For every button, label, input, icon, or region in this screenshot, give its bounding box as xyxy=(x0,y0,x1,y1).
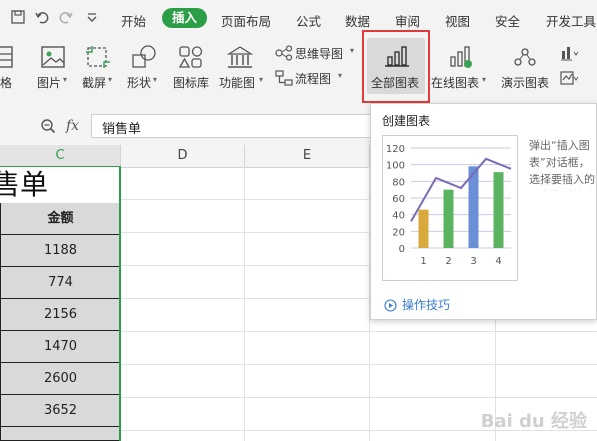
highlight-box xyxy=(362,30,430,103)
table-row[interactable]: 2600 xyxy=(0,363,121,395)
flowchart-icon xyxy=(275,70,293,90)
tab-home[interactable]: 开始 xyxy=(121,11,146,30)
y-tick-label: 40 xyxy=(392,211,405,222)
function-chart-button[interactable]: 功能图 xyxy=(219,74,255,91)
chart-bar xyxy=(493,172,504,248)
fx-label[interactable]: fx xyxy=(66,118,79,134)
table-button[interactable]: 表格 xyxy=(0,74,12,91)
mindmap-button[interactable]: 思维导图 xyxy=(295,45,343,62)
table-row[interactable] xyxy=(0,427,121,441)
chevron-down-icon: ▾ xyxy=(108,75,113,84)
demo-chart-icon xyxy=(511,44,539,74)
y-tick-label: 120 xyxy=(386,144,405,155)
tab-formulas[interactable]: 公式 xyxy=(296,11,321,30)
play-circle-icon xyxy=(384,297,397,316)
tooltip-description: 弹出“插入图表”对话框，选择要插入的图表类型等选项。 xyxy=(529,139,595,191)
y-tick-label: 60 xyxy=(392,194,405,205)
tab-data[interactable]: 数据 xyxy=(345,11,370,30)
tab-developer[interactable]: 开发工具 xyxy=(546,11,596,30)
screenshot-button[interactable]: 截屏 xyxy=(82,74,106,91)
table-row[interactable]: 1470 xyxy=(0,331,121,363)
y-tick-label: 20 xyxy=(392,227,405,238)
tooltip-title: 创建图表 xyxy=(382,114,431,128)
redo-icon[interactable] xyxy=(58,9,74,25)
dropdown-icon[interactable] xyxy=(84,9,100,25)
undo-icon[interactable] xyxy=(34,9,50,25)
formula-value: 销售单 xyxy=(102,122,142,137)
chart-bar xyxy=(443,189,454,248)
table-row[interactable]: 1188 xyxy=(0,235,121,267)
icon-library-icon xyxy=(177,44,205,74)
title-text: 售单 xyxy=(0,168,49,201)
picture-button[interactable]: 图片 xyxy=(37,74,61,91)
demo-chart-button[interactable]: 演示图表 xyxy=(501,74,549,91)
tab-view[interactable]: 视图 xyxy=(445,11,470,30)
shapes-icon xyxy=(130,44,158,74)
table-row[interactable]: 774 xyxy=(0,267,121,299)
x-tick-label: 3 xyxy=(470,256,476,267)
tips-link[interactable]: 操作技巧 xyxy=(402,296,450,313)
x-tick-label: 1 xyxy=(420,256,426,267)
tab-page-layout[interactable]: 页面布局 xyxy=(221,11,271,30)
y-tick-label: 80 xyxy=(392,177,405,188)
tab-review[interactable]: 审阅 xyxy=(395,11,420,30)
icon-library-button[interactable]: 图标库 xyxy=(173,74,209,91)
flowchart-button[interactable]: 流程图 xyxy=(295,70,331,87)
column-header-e[interactable]: E xyxy=(245,145,370,167)
column-header-c[interactable]: C xyxy=(0,145,121,167)
title-cell[interactable]: 售单 xyxy=(0,167,121,203)
picture-icon xyxy=(39,44,67,74)
chart-bar xyxy=(418,209,429,248)
screenshot-icon xyxy=(84,44,112,74)
y-tick-label: 0 xyxy=(399,244,405,255)
online-chart-button[interactable]: 在线图表 xyxy=(431,74,479,91)
column-chart-small-icon[interactable] xyxy=(560,45,580,65)
chevron-down-icon: ▾ xyxy=(338,71,343,80)
function-chart-icon xyxy=(226,44,254,74)
table-row[interactable]: 2156 xyxy=(0,299,121,331)
chevron-down-icon: ▾ xyxy=(350,46,355,55)
online-chart-icon xyxy=(446,44,474,74)
tab-security[interactable]: 安全 xyxy=(495,11,520,30)
table-row[interactable]: 3652 xyxy=(0,395,121,427)
x-tick-label: 4 xyxy=(495,256,501,267)
column-header-d[interactable]: D xyxy=(121,145,245,167)
watermark: Bai du 经验 xyxy=(480,411,587,432)
x-tick-label: 2 xyxy=(445,256,451,267)
create-chart-tooltip: 创建图表 0 20 40 60 80 100 120 1 2 3 4 弹出“插入图表”对话框，选择要… xyxy=(370,103,597,320)
line-chart-small-icon[interactable] xyxy=(560,70,580,90)
header-cell-amount[interactable]: 金额 xyxy=(0,203,121,235)
tab-insert[interactable]: 插入 xyxy=(162,8,208,28)
save-icon[interactable] xyxy=(10,9,26,25)
chevron-down-icon: ▾ xyxy=(63,75,68,84)
mindmap-icon xyxy=(275,45,293,65)
chevron-down-icon: ▾ xyxy=(153,75,158,84)
chevron-down-icon: ▾ xyxy=(482,75,487,84)
chart-svg: 0 20 40 60 80 100 120 1 2 3 4 xyxy=(386,144,512,267)
zoom-icon[interactable] xyxy=(40,118,56,138)
chevron-down-icon: ▾ xyxy=(259,75,264,84)
table-icon xyxy=(0,44,16,74)
y-tick-label: 100 xyxy=(386,161,405,172)
shapes-button[interactable]: 形状 xyxy=(127,74,151,91)
chart-preview: 0 20 40 60 80 100 120 1 2 3 4 xyxy=(382,135,518,281)
